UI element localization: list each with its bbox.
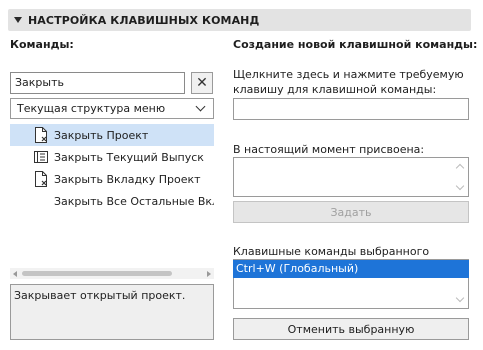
command-description: Закрывает открытый проект.: [10, 284, 214, 340]
list-item[interactable]: Закрыть Проект: [10, 124, 214, 146]
chevron-down-icon: [195, 101, 206, 112]
shortcut-instruction: Щелкните здесь и нажмите требуемую клави…: [233, 68, 464, 96]
create-shortcut-label: Создание новой клавишной команды:: [233, 38, 478, 51]
list-item-label: Закрыть Вкладку Проект: [54, 172, 201, 186]
commands-list[interactable]: Закрыть Проект Закрыть Текущий Выпуск За…: [10, 124, 214, 279]
scroll-down-icon[interactable]: [455, 293, 465, 303]
scroll-left-icon[interactable]: [13, 271, 17, 277]
section-title: НАСТРОЙКА КЛАВИШНЫХ КОМАНД: [28, 13, 260, 27]
list-item-label: Закрыть Все Остальные Вкладки: [54, 194, 214, 208]
scroll-down-icon[interactable]: [455, 181, 465, 191]
shortcut-item[interactable]: Ctrl+W (Глобальный): [233, 260, 469, 278]
commands-label: Команды:: [10, 38, 74, 51]
list-item[interactable]: Закрыть Текущий Выпуск: [10, 146, 214, 168]
list-item[interactable]: Закрыть Все Остальные Вкладки: [10, 190, 214, 212]
list-item[interactable]: Закрыть Вкладку Проект: [10, 168, 214, 190]
shortcut-input[interactable]: [233, 98, 469, 120]
list-item-label: Закрыть Текущий Выпуск: [54, 150, 204, 164]
collapse-triangle-icon[interactable]: [14, 17, 22, 23]
assigned-label: В настоящий момент присвоена:: [233, 143, 425, 156]
close-tab-icon: [34, 171, 48, 187]
close-icon: ✕: [196, 75, 208, 91]
horizontal-scrollbar[interactable]: [10, 268, 214, 279]
scroll-right-icon[interactable]: [207, 271, 211, 277]
scrollbar-thumb[interactable]: [22, 271, 172, 276]
assign-button[interactable]: Задать: [233, 201, 469, 223]
remove-selected-button[interactable]: Отменить выбранную: [233, 318, 469, 340]
clear-search-button[interactable]: ✕: [191, 72, 213, 94]
list-item-label: Закрыть Проект: [54, 128, 149, 142]
section-header[interactable]: НАСТРОЙКА КЛАВИШНЫХ КОМАНД: [8, 9, 471, 31]
assigned-list: [233, 157, 469, 197]
close-document-icon: [34, 127, 48, 143]
menu-structure-value: Текущая структура меню: [17, 102, 166, 115]
menu-structure-select[interactable]: Текущая структура меню: [10, 98, 214, 119]
scroll-up-icon[interactable]: [455, 163, 465, 173]
close-issue-icon: [34, 149, 48, 165]
search-input[interactable]: Закрыть: [10, 72, 185, 94]
